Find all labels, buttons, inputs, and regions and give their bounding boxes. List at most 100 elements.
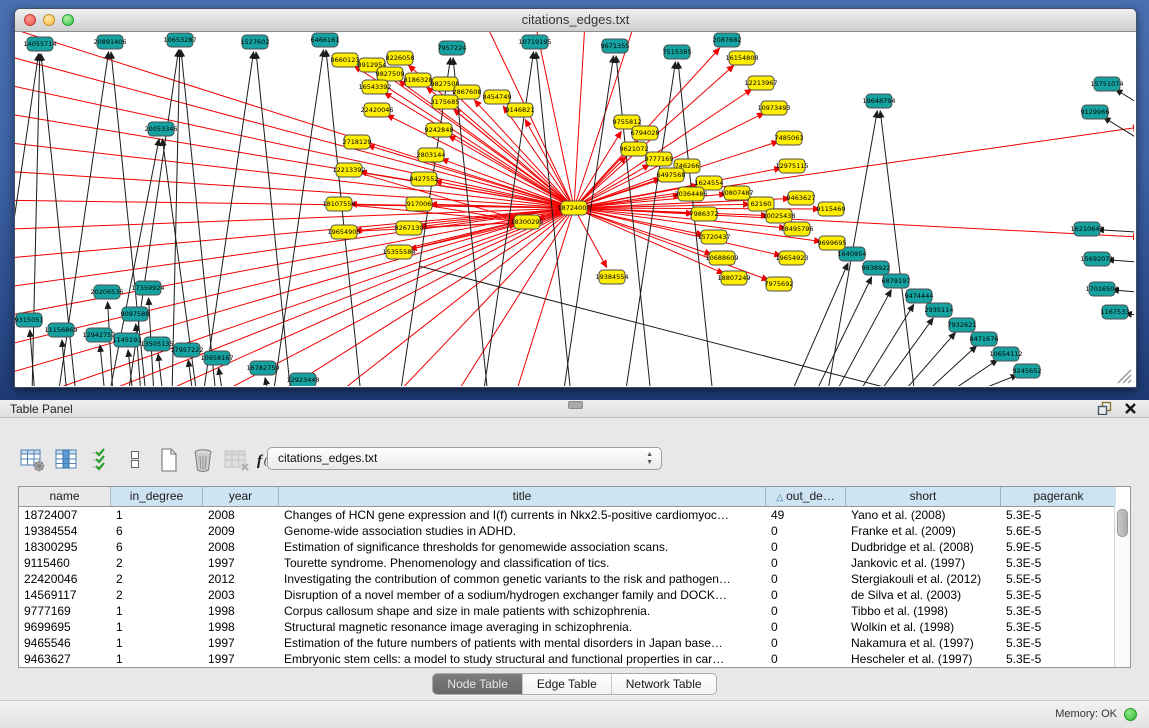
network-node[interactable]: 11156869	[44, 323, 77, 337]
network-node[interactable]: 16782759	[246, 361, 279, 375]
network-node[interactable]: 8427552	[410, 172, 439, 186]
network-node[interactable]: 7485063	[775, 131, 804, 145]
network-node[interactable]: 19654923	[775, 251, 808, 265]
network-node[interactable]: 18300295	[510, 215, 543, 229]
network-node[interactable]: 10958167	[200, 351, 233, 365]
network-node[interactable]: 9474444	[905, 289, 934, 303]
network-node[interactable]: 20206536	[90, 285, 123, 299]
table-cell[interactable]: de Silva et al. (2003)	[846, 587, 1001, 603]
table-cell[interactable]: 0	[766, 555, 846, 571]
table-cell[interactable]: 2012	[203, 571, 279, 587]
column-header-in-degree[interactable]: in_degree	[111, 487, 203, 506]
close-panel-icon[interactable]	[1124, 402, 1137, 420]
table-cell[interactable]: 2	[111, 587, 203, 603]
table-cell[interactable]: Hescheler et al. (1997)	[846, 651, 1001, 667]
table-cell[interactable]: 1997	[203, 651, 279, 667]
network-node[interactable]: 9827509	[376, 67, 405, 81]
table-cell[interactable]: 0	[766, 603, 846, 619]
network-node[interactable]: 15720437	[697, 230, 730, 244]
network-node[interactable]: 19384554	[595, 270, 628, 284]
network-node[interactable]: 8454749	[483, 90, 512, 104]
table-cell[interactable]: 6	[111, 539, 203, 555]
network-node[interactable]: 18495796	[780, 222, 813, 236]
network-node[interactable]: 7932621	[948, 318, 977, 332]
table-cell[interactable]: 5.3E-5	[1001, 635, 1116, 651]
network-node[interactable]: 17957222	[170, 343, 203, 357]
table-cell[interactable]: 1997	[203, 555, 279, 571]
column-header-year[interactable]: year	[203, 487, 279, 506]
table-cell[interactable]: Yano et al. (2008)	[846, 507, 1001, 523]
column-header-title[interactable]: title	[279, 487, 766, 506]
network-node[interactable]: 19648794	[862, 94, 895, 108]
table-cell[interactable]: 9777169	[19, 603, 111, 619]
network-node[interactable]: 19654903	[327, 225, 360, 239]
table-cell[interactable]: 9699695	[19, 619, 111, 635]
network-node[interactable]: 9129966	[1081, 105, 1110, 119]
table-cell[interactable]: 5.3E-5	[1001, 587, 1116, 603]
network-node[interactable]: 12942757	[82, 328, 115, 342]
network-node[interactable]: 9115460	[817, 202, 846, 216]
table-cell[interactable]: 2	[111, 555, 203, 571]
network-node[interactable]: 9315051	[15, 313, 43, 327]
table-cell[interactable]: 1998	[203, 603, 279, 619]
network-node[interactable]: 14055714	[23, 37, 56, 51]
network-node[interactable]: 20891406	[93, 35, 126, 49]
network-node[interactable]: 12923448	[286, 373, 319, 386]
table-cell[interactable]: 1	[111, 507, 203, 523]
network-node[interactable]: 10654112	[989, 347, 1022, 361]
network-node[interactable]: 10719195	[518, 35, 551, 49]
network-node[interactable]: 9245652	[1013, 364, 1042, 378]
tab-edge-table[interactable]: Edge Table	[523, 674, 612, 694]
network-node[interactable]: 16154808	[725, 51, 758, 65]
show-columns-icon[interactable]	[52, 447, 82, 473]
network-node[interactable]: 9621072	[620, 142, 649, 156]
table-cell[interactable]: 9463627	[19, 651, 111, 667]
column-header-pagerank[interactable]: pagerank	[1001, 487, 1116, 506]
table-cell[interactable]: 5.3E-5	[1001, 619, 1116, 635]
minimize-window-button[interactable]	[43, 14, 55, 26]
network-node[interactable]: 12213967	[744, 76, 777, 90]
table-cell[interactable]: Franke et al. (2009)	[846, 523, 1001, 539]
table-cell[interactable]: 9115460	[19, 555, 111, 571]
tab-node-table[interactable]: Node Table	[433, 674, 523, 694]
network-node[interactable]: 2803144	[417, 148, 446, 162]
network-node[interactable]: 18724007	[557, 201, 590, 215]
table-cell[interactable]: 0	[766, 635, 846, 651]
window-titlebar[interactable]: citations_edges.txt	[15, 9, 1136, 32]
table-cell[interactable]: Nakamura et al. (1997)	[846, 635, 1001, 651]
table-row[interactable]: 946362711997Embryonic stem cells: a mode…	[19, 651, 1130, 667]
network-node[interactable]: 2718129	[343, 135, 372, 149]
network-node[interactable]: 2087682	[713, 33, 742, 47]
table-cell[interactable]: Estimation of the future numbers of pati…	[279, 635, 766, 651]
table-cell[interactable]: 0	[766, 523, 846, 539]
network-node[interactable]: 15355584	[382, 245, 415, 259]
table-cell[interactable]: 1	[111, 635, 203, 651]
table-cell[interactable]: 5.6E-5	[1001, 523, 1116, 539]
close-window-button[interactable]	[24, 14, 36, 26]
network-node[interactable]: 1167533	[1101, 305, 1130, 319]
network-node[interactable]: 8186328	[404, 73, 433, 87]
network-node[interactable]: 12975115	[775, 159, 808, 173]
network-node[interactable]: 7986372	[690, 207, 719, 221]
table-cell[interactable]: 0	[766, 539, 846, 555]
table-cell[interactable]: 0	[766, 571, 846, 587]
network-node[interactable]: 9146821	[506, 103, 535, 117]
network-node[interactable]: 20364486	[674, 187, 707, 201]
table-cell[interactable]: 19384554	[19, 523, 111, 539]
network-node[interactable]: 6466161	[311, 33, 340, 47]
table-cell[interactable]: 0	[766, 619, 846, 635]
network-node[interactable]: 10807487	[720, 186, 753, 200]
network-node[interactable]: 9242848	[425, 123, 454, 137]
table-cell[interactable]: 18300295	[19, 539, 111, 555]
memory-status-icon[interactable]	[1124, 708, 1137, 721]
network-node[interactable]: 9671355	[601, 39, 630, 53]
network-node[interactable]: 8267130	[395, 221, 424, 235]
table-cell[interactable]: 49	[766, 507, 846, 523]
network-node[interactable]: 1527602	[241, 35, 270, 49]
zoom-window-button[interactable]	[62, 14, 74, 26]
panel-splitter-handle[interactable]	[568, 401, 583, 409]
column-header-short[interactable]: short	[846, 487, 1001, 506]
network-window[interactable]: citations_edges.txt 14055714 20891406 1065…	[14, 8, 1137, 388]
network-node[interactable]: 17359924	[131, 281, 164, 295]
table-cell[interactable]: 1998	[203, 619, 279, 635]
